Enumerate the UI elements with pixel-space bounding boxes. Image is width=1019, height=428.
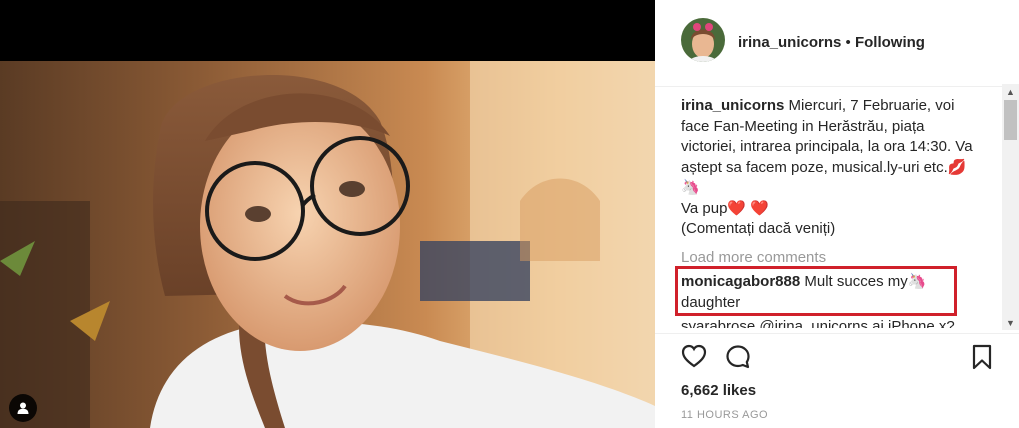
- post-side-panel: irina_unicorns • Following irina_unicorn…: [655, 0, 1019, 428]
- scroll-thumb[interactable]: [1004, 100, 1017, 140]
- caption-line: 🦄: [681, 179, 700, 196]
- caption-line: Miercuri, 7 Februarie, voi: [788, 97, 955, 114]
- header-text: irina_unicorns • Following: [738, 34, 925, 51]
- caption-line: Va pup❤️ ❤️: [681, 199, 769, 217]
- caption-line: face Fan-Meeting in Herăstrău, piața: [681, 117, 925, 135]
- caption-line: victoriei, intrarea principala, la ora 1…: [681, 138, 973, 155]
- comment: syarabrose @irina_unicorns ai iPhone x?: [681, 317, 999, 328]
- photo-letterbox: [0, 0, 655, 61]
- comments-scrollbar[interactable]: ▲ ▼: [1002, 84, 1019, 330]
- comment-text: @irina_unicorns ai iPhone x?: [759, 318, 955, 328]
- header-separator: •: [841, 34, 855, 51]
- scroll-down-arrow-icon[interactable]: ▼: [1006, 318, 1015, 328]
- comment-icon[interactable]: [725, 344, 751, 375]
- highlight-box: [675, 266, 957, 316]
- header-username[interactable]: irina_unicorns: [738, 34, 841, 51]
- comment-username[interactable]: syarabrose: [681, 318, 755, 328]
- bookmark-icon[interactable]: [971, 344, 993, 375]
- post-actions: [655, 333, 1019, 374]
- post-timestamp[interactable]: 11 HOURS AGO: [681, 409, 768, 421]
- caption: irina_unicorns Miercuri, 7 Februarie, vo…: [681, 96, 999, 117]
- caption-username[interactable]: irina_unicorns: [681, 97, 784, 114]
- likes-count[interactable]: 6,662 likes: [681, 382, 756, 399]
- caption-line: aștept sa facem poze, musical.ly-uri etc…: [681, 158, 967, 176]
- load-more-comments-link[interactable]: Load more comments: [681, 248, 999, 269]
- post-header: irina_unicorns • Following: [655, 0, 1019, 87]
- avatar[interactable]: [681, 18, 725, 62]
- caption-line: (Comentați dacă veniți): [681, 220, 836, 237]
- heart-icon[interactable]: [681, 344, 707, 373]
- user-tag-icon[interactable]: [9, 394, 37, 422]
- post-photo[interactable]: [0, 0, 655, 428]
- selfie-image: [0, 61, 655, 428]
- scroll-up-arrow-icon[interactable]: ▲: [1006, 87, 1015, 97]
- following-button[interactable]: Following: [855, 34, 925, 51]
